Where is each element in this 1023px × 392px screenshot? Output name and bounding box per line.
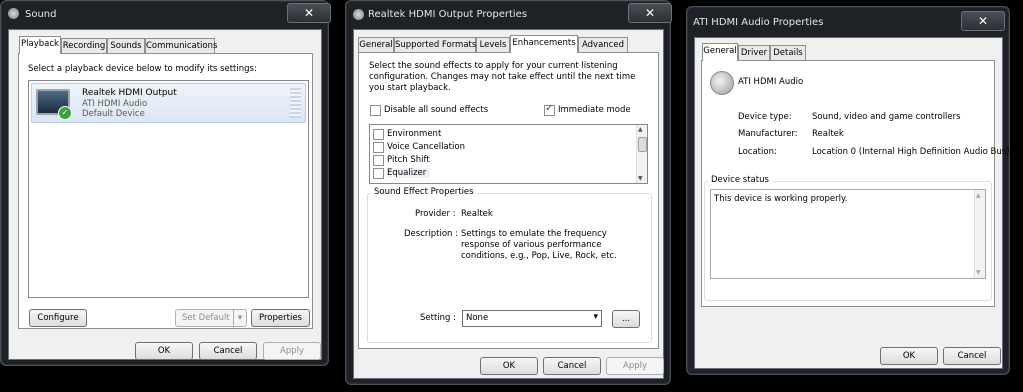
dropdown-arrow-icon: ▾	[593, 312, 598, 322]
close-button[interactable]: ✕	[287, 3, 331, 23]
ati-properties-window: ATI HDMI Audio Properties ✕ General Driv…	[686, 6, 1010, 375]
effects-scrollbar[interactable]: ▲ ▼	[636, 125, 647, 183]
setting-label: Setting :	[420, 313, 457, 323]
enhancements-panel: Select the sound effects to apply for yo…	[358, 52, 659, 349]
device-name: ATI HDMI Audio	[738, 77, 804, 87]
tab-playback[interactable]: Playback	[19, 36, 61, 54]
check-badge-icon: ✓	[58, 106, 72, 120]
window-title: Realtek HDMI Output Properties	[368, 9, 528, 20]
tab-enhancements[interactable]: Enhancements	[510, 35, 578, 53]
description-label: Description :	[404, 229, 458, 239]
set-default-label: Set Default	[182, 313, 230, 323]
setting-select[interactable]: None ▾	[462, 310, 602, 327]
list-item[interactable]: Equalizer	[373, 167, 631, 180]
device-status: Default Device	[82, 109, 145, 119]
ok-button[interactable]: OK	[135, 342, 193, 360]
location-label: Location:	[738, 147, 777, 157]
speaker-icon	[710, 71, 734, 95]
provider-value: Realtek	[461, 209, 493, 219]
provider-label: Provider :	[415, 209, 456, 219]
manufacturer-value: Realtek	[812, 129, 844, 139]
setting-value: None	[466, 313, 489, 323]
scroll-thumb[interactable]	[638, 137, 647, 152]
effect-checkbox[interactable]	[373, 129, 384, 140]
effect-label: Environment	[387, 129, 442, 139]
device-type-label: Device type:	[738, 112, 792, 122]
disable-all-checkbox[interactable]	[370, 105, 381, 116]
status-scrollbar[interactable]: ▲ ▼	[974, 190, 985, 278]
realtek-body: General Supported Formats Levels Enhance…	[353, 29, 664, 379]
effects-list[interactable]: Environment Voice Cancellation Pitch Shi…	[369, 124, 648, 184]
sound-titlebar[interactable]: Sound ✕	[1, 1, 331, 27]
realtek-properties-window: Realtek HDMI Output Properties ✕ General…	[345, 0, 672, 385]
disable-all-label: Disable all sound effects	[384, 105, 489, 115]
configure-button[interactable]: Configure	[29, 309, 87, 327]
manufacturer-label: Manufacturer:	[738, 129, 798, 139]
immediate-mode-checkbox[interactable]	[544, 103, 555, 116]
general-panel: ATI HDMI Audio Device type: Sound, video…	[701, 60, 1009, 307]
realtek-titlebar[interactable]: Realtek HDMI Output Properties ✕	[346, 1, 672, 27]
instruction-text: Select a playback device below to modify…	[28, 64, 257, 74]
status-text: This device is working properly.	[714, 194, 848, 204]
speaker-app-icon	[8, 8, 19, 19]
volume-meter	[290, 88, 301, 118]
group-label: Device status	[708, 175, 772, 185]
close-button[interactable]: ✕	[628, 3, 672, 23]
location-value: Location 0 (Internal High Definition Aud…	[812, 147, 1010, 157]
immediate-mode-label: Immediate mode	[558, 105, 631, 115]
list-item[interactable]: ✓ Realtek HDMI Output ATI HDMI Audio Def…	[31, 83, 306, 123]
apply-button[interactable]: Apply	[606, 357, 664, 375]
more-button[interactable]: ...	[612, 310, 640, 328]
ati-body: General Driver Details ATI HDMI Audio De…	[694, 37, 1009, 369]
device-driver: ATI HDMI Audio	[82, 99, 148, 109]
playback-panel: Select a playback device below to modify…	[18, 53, 313, 329]
effect-label: Equalizer	[387, 168, 431, 178]
list-item[interactable]: Environment	[373, 128, 631, 140]
list-item[interactable]: Pitch Shift	[373, 154, 631, 166]
cancel-button[interactable]: Cancel	[199, 342, 257, 360]
description-text: Select the sound effects to apply for yo…	[369, 61, 636, 93]
effect-label: Pitch Shift	[387, 155, 430, 165]
device-list[interactable]: ✓ Realtek HDMI Output ATI HDMI Audio Def…	[28, 80, 309, 298]
scroll-up-icon[interactable]: ▲	[638, 126, 643, 133]
close-button[interactable]: ✕	[961, 11, 1005, 31]
properties-button[interactable]: Properties	[251, 309, 310, 327]
scroll-down-icon[interactable]: ▼	[976, 269, 981, 276]
ati-titlebar[interactable]: ATI HDMI Audio Properties ✕	[687, 7, 1009, 33]
list-item[interactable]: Voice Cancellation	[373, 141, 631, 153]
window-title: ATI HDMI Audio Properties	[693, 17, 824, 28]
apply-button[interactable]: Apply	[263, 342, 321, 360]
window-title: Sound	[25, 9, 57, 20]
tab-supported-formats[interactable]: Supported Formats	[394, 37, 476, 53]
scroll-up-icon[interactable]: ▲	[976, 192, 981, 199]
tab-communications[interactable]: Communications	[145, 38, 217, 54]
tab-recording[interactable]: Recording	[61, 38, 107, 54]
tab-sounds[interactable]: Sounds	[107, 38, 145, 54]
group-label: Sound Effect Properties	[371, 187, 477, 197]
device-name: Realtek HDMI Output	[82, 88, 177, 98]
effect-checkbox[interactable]	[373, 142, 384, 153]
tab-levels[interactable]: Levels	[476, 37, 510, 53]
cancel-button[interactable]: Cancel	[943, 347, 1001, 365]
effect-checkbox[interactable]	[373, 168, 384, 179]
set-default-button[interactable]: Set Default ▾	[175, 309, 247, 327]
effect-checkbox[interactable]	[373, 155, 384, 166]
tab-general[interactable]: General	[702, 43, 738, 61]
tab-driver[interactable]: Driver	[738, 45, 770, 61]
ok-button[interactable]: OK	[880, 347, 938, 365]
ok-button[interactable]: OK	[480, 357, 538, 375]
effect-label: Voice Cancellation	[387, 142, 465, 152]
status-textbox[interactable]: This device is working properly. ▲ ▼	[710, 189, 986, 279]
scroll-down-icon[interactable]: ▼	[638, 175, 643, 182]
description-value: Settings to emulate the frequency respon…	[461, 229, 617, 261]
dropdown-arrow-icon: ▾	[233, 310, 246, 326]
speaker-app-icon	[353, 9, 364, 20]
device-type-value: Sound, video and game controllers	[812, 112, 961, 122]
tab-advanced[interactable]: Advanced	[578, 37, 628, 53]
cancel-button[interactable]: Cancel	[543, 357, 601, 375]
tab-general[interactable]: General	[358, 37, 394, 53]
sound-body: Playback Recording Sounds Communications…	[8, 29, 322, 360]
tab-details[interactable]: Details	[770, 45, 806, 61]
sound-window: Sound ✕ Playback Recording Sounds Commun…	[0, 0, 331, 366]
